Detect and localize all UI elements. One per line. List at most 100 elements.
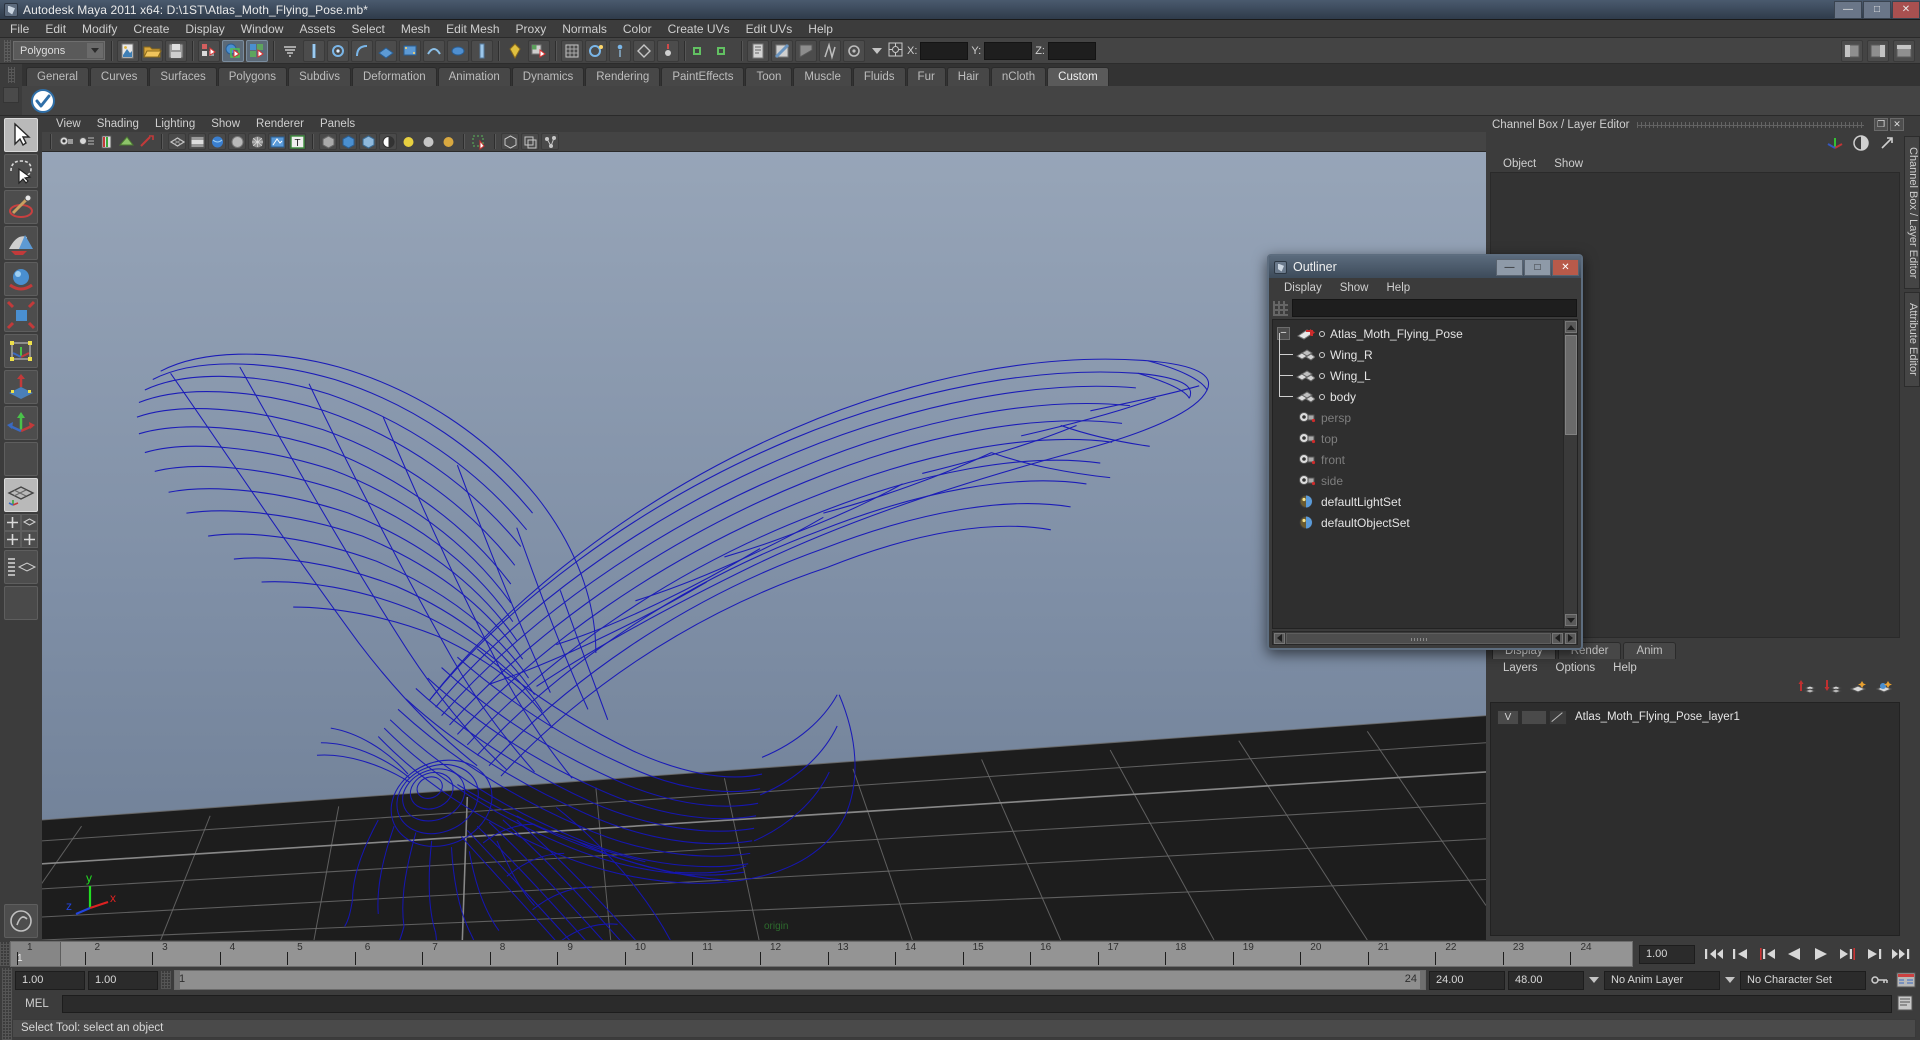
tool-settings-toggle-icon[interactable] bbox=[771, 39, 793, 62]
outliner-filter-icon[interactable] bbox=[1273, 300, 1288, 316]
step-back-key-button[interactable] bbox=[1728, 944, 1752, 964]
show-manipulator-icon[interactable] bbox=[690, 40, 712, 62]
scale-tool-icon[interactable] bbox=[4, 298, 38, 332]
menu-modify[interactable]: Modify bbox=[74, 20, 125, 38]
shelf-tab-animation[interactable]: Animation bbox=[437, 67, 511, 86]
coord-x-input[interactable] bbox=[920, 41, 969, 60]
shelf-tab-hair[interactable]: Hair bbox=[946, 67, 990, 86]
scrollbar-thumb[interactable] bbox=[1565, 335, 1577, 435]
layout-four-panes-icon[interactable] bbox=[21, 531, 38, 548]
select-tool-icon[interactable] bbox=[4, 118, 38, 152]
sidebar-toggle-icon[interactable] bbox=[819, 39, 841, 62]
layout-two-panes-stacked-icon[interactable] bbox=[4, 514, 21, 531]
single-perspective-layout-icon[interactable] bbox=[4, 478, 38, 512]
menu-display[interactable]: Display bbox=[177, 20, 232, 38]
show-hide-attribute-editor-icon[interactable] bbox=[1867, 39, 1889, 62]
channel-box-menu-object[interactable]: Object bbox=[1494, 158, 1545, 170]
menu-file[interactable]: File bbox=[2, 20, 37, 38]
time-slider-playhead[interactable]: 1 bbox=[11, 942, 61, 966]
text-display-icon[interactable]: T bbox=[288, 133, 306, 150]
layer-list[interactable]: V Atlas_Moth_Flying_Pose_layer1 bbox=[1490, 702, 1900, 936]
layer-name[interactable]: Atlas_Moth_Flying_Pose_layer1 bbox=[1575, 711, 1740, 723]
bookmark-icon[interactable] bbox=[97, 133, 115, 150]
hscroll-track[interactable] bbox=[1286, 632, 1551, 644]
soft-modification-tool-icon[interactable] bbox=[4, 370, 38, 404]
shelf-tab-fur[interactable]: Fur bbox=[906, 67, 946, 86]
shelf-tab-general[interactable]: General bbox=[26, 67, 89, 86]
scroll-down-arrow-icon[interactable] bbox=[1565, 614, 1577, 626]
time-slider[interactable]: 1 1 2 3 4 5 6 7 8 9 10 11 12 13 14 15 16 17 18 19 20 21 22 23 2… bbox=[10, 941, 1633, 967]
shelf-tab-toon[interactable]: Toon bbox=[745, 67, 793, 86]
show-hide-channel-box-icon[interactable] bbox=[1841, 39, 1863, 62]
anim-layer-field[interactable]: No Anim Layer bbox=[1604, 970, 1720, 990]
ipr-render-icon[interactable] bbox=[561, 39, 583, 62]
shelf-tab-polygons[interactable]: Polygons bbox=[217, 67, 288, 86]
playback-start-time-field[interactable]: 1.00 bbox=[88, 970, 158, 990]
menu-mesh[interactable]: Mesh bbox=[393, 20, 438, 38]
duplicate-view-icon[interactable] bbox=[521, 133, 539, 150]
render-settings-icon[interactable] bbox=[585, 39, 607, 62]
outliner-item-front[interactable]: front bbox=[1273, 449, 1563, 470]
shelf-tab-rendering[interactable]: Rendering bbox=[585, 67, 661, 86]
channel-box-toggle-icon[interactable] bbox=[795, 39, 817, 62]
hardware-texturing-icon[interactable] bbox=[208, 133, 226, 150]
outliner-search-input[interactable] bbox=[1292, 299, 1577, 317]
range-bar[interactable]: 1 24 bbox=[174, 970, 1426, 990]
construction-plane-icon[interactable] bbox=[447, 39, 469, 62]
step-forward-frame-button[interactable] bbox=[1836, 944, 1860, 964]
snap-to-grid-icon[interactable] bbox=[303, 39, 325, 62]
save-scene-icon[interactable] bbox=[165, 39, 187, 62]
outliner-window[interactable]: Outliner — □ ✕ Display Show Help − Atlas… bbox=[1267, 254, 1583, 650]
render-view-icon[interactable] bbox=[633, 39, 655, 62]
tool-placeholder[interactable] bbox=[4, 442, 38, 476]
panel-close-icon[interactable]: ✕ bbox=[1890, 118, 1904, 131]
snap-menu-icon[interactable] bbox=[279, 40, 301, 62]
scroll-left-arrow-icon[interactable] bbox=[1274, 632, 1285, 644]
outliner-maximize-button[interactable]: □ bbox=[1524, 258, 1551, 276]
coordinate-mode-chevron-icon[interactable] bbox=[870, 42, 884, 60]
coord-y-input[interactable] bbox=[984, 41, 1033, 60]
make-live-icon[interactable] bbox=[423, 39, 445, 62]
window-maximize-button[interactable]: □ bbox=[1863, 0, 1891, 19]
absolute-transform-icon[interactable] bbox=[887, 41, 904, 61]
outliner-item-side[interactable]: side bbox=[1273, 470, 1563, 491]
isolate-select-icon[interactable] bbox=[470, 133, 488, 150]
time-slider-gripper[interactable] bbox=[0, 942, 10, 966]
character-set-chevron-icon[interactable] bbox=[1723, 971, 1737, 989]
no-manipulator-icon[interactable] bbox=[714, 40, 736, 62]
outliner-item-persp[interactable]: persp bbox=[1273, 407, 1563, 428]
menu-assets[interactable]: Assets bbox=[291, 20, 343, 38]
layout-persp-outliner-icon[interactable] bbox=[21, 514, 38, 531]
window-close-button[interactable]: ✕ bbox=[1892, 0, 1920, 19]
range-bar-right-handle[interactable] bbox=[1420, 971, 1425, 989]
shaded-display-icon[interactable] bbox=[319, 133, 337, 150]
menu-help[interactable]: Help bbox=[800, 20, 841, 38]
universal-manipulator-icon[interactable] bbox=[4, 334, 38, 368]
create-layer-from-selected-icon[interactable] bbox=[1875, 678, 1894, 698]
tool-placeholder-2[interactable] bbox=[4, 586, 38, 620]
menu-edit[interactable]: Edit bbox=[37, 20, 74, 38]
menu-edit-mesh[interactable]: Edit Mesh bbox=[438, 20, 507, 38]
menu-normals[interactable]: Normals bbox=[554, 20, 615, 38]
shelf-tab-muscle[interactable]: Muscle bbox=[793, 67, 852, 86]
shadows-icon[interactable] bbox=[379, 133, 397, 150]
select-by-hierarchy-icon[interactable] bbox=[198, 39, 220, 62]
outliner-tree[interactable]: − Atlas_Moth_Flying_Pose Wing_R Wing_L b… bbox=[1272, 319, 1578, 629]
layout-hypergraph-persp-icon[interactable] bbox=[4, 550, 38, 584]
character-set-field[interactable]: No Character Set bbox=[1740, 970, 1866, 990]
outliner-item-atlas-moth-flying-pose[interactable]: − Atlas_Moth_Flying_Pose bbox=[1273, 323, 1563, 344]
animation-start-time-field[interactable]: 1.00 bbox=[15, 970, 85, 990]
panel-undock-icon[interactable]: ❐ bbox=[1874, 118, 1888, 131]
window-minimize-button[interactable]: — bbox=[1834, 0, 1862, 19]
smooth-shade-all-icon[interactable] bbox=[359, 133, 377, 150]
viewport-menu-show[interactable]: Show bbox=[203, 118, 248, 130]
channel-box-menu-show[interactable]: Show bbox=[1545, 158, 1592, 170]
last-tool-icon[interactable] bbox=[4, 406, 38, 440]
shelf-options-icon[interactable] bbox=[3, 87, 19, 103]
layer-row[interactable]: V Atlas_Moth_Flying_Pose_layer1 bbox=[1491, 707, 1899, 727]
layer-menu-layers[interactable]: Layers bbox=[1494, 662, 1547, 674]
light-icon[interactable] bbox=[657, 39, 679, 62]
new-scene-icon[interactable] bbox=[117, 39, 139, 62]
outliner-item-default-object-set[interactable]: defaultObjectSet bbox=[1273, 512, 1563, 533]
layer-editor-toggle-icon[interactable] bbox=[843, 39, 865, 62]
